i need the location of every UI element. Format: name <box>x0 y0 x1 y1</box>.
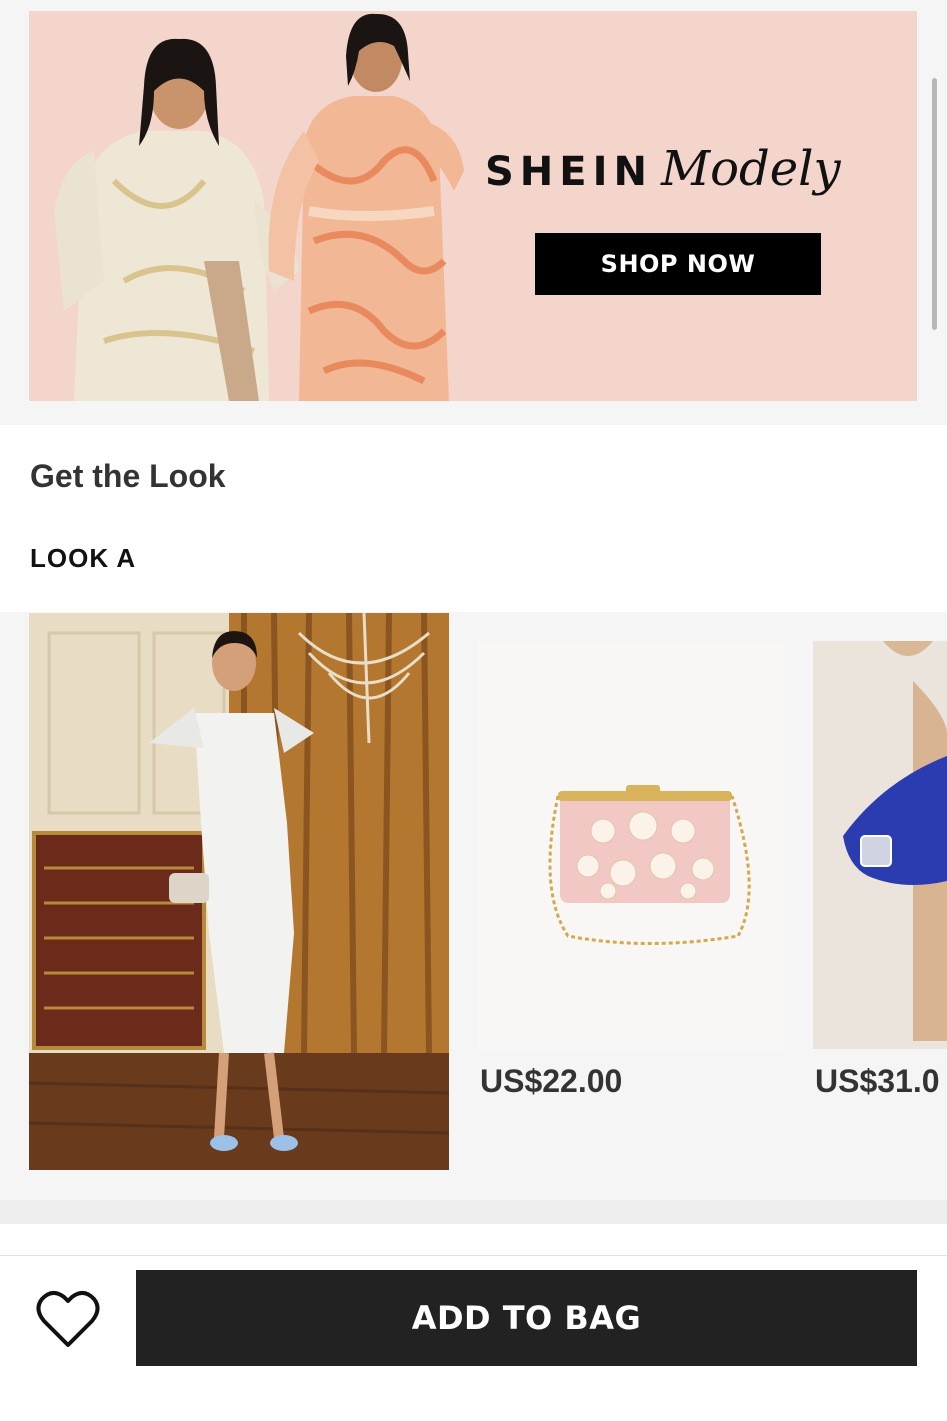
brand-logo: SHEIN Modely <box>485 141 841 197</box>
look-label: LOOK A <box>30 543 137 573</box>
product-card[interactable]: US$22.00 <box>478 641 784 1111</box>
look-carousel[interactable]: US$22.00 US$31.0 <box>0 612 947 1170</box>
section-header <box>0 425 947 612</box>
add-to-bag-button[interactable]: ADD TO BAG <box>136 1270 917 1366</box>
spacer <box>0 1224 947 1255</box>
product-price: US$31.0 <box>815 1063 940 1099</box>
banner-model-left-image <box>54 38 299 401</box>
section-title: Get the Look <box>30 458 226 494</box>
scrollbar[interactable] <box>932 78 937 330</box>
heels-image <box>813 641 947 1049</box>
brand-secondary: Modely <box>660 141 841 197</box>
look-model-image[interactable] <box>29 613 449 1170</box>
clutch-image <box>478 641 784 1049</box>
product-price: US$22.00 <box>480 1063 623 1099</box>
banner-model-right-image <box>268 13 464 401</box>
look-model-illustration <box>29 613 449 1170</box>
product-image-clutch[interactable] <box>478 641 784 1049</box>
promo-banner[interactable]: SHEIN Modely SHOP NOW <box>29 11 917 401</box>
product-image-heels[interactable] <box>813 641 947 1049</box>
heart-icon[interactable] <box>36 1289 100 1349</box>
bottom-action-bar: ADD TO BAG <box>0 1255 947 1421</box>
brand-primary: SHEIN <box>485 149 653 195</box>
divider <box>0 1200 947 1224</box>
product-card[interactable]: US$31.0 <box>813 641 947 1111</box>
shop-now-button[interactable]: SHOP NOW <box>535 233 821 295</box>
